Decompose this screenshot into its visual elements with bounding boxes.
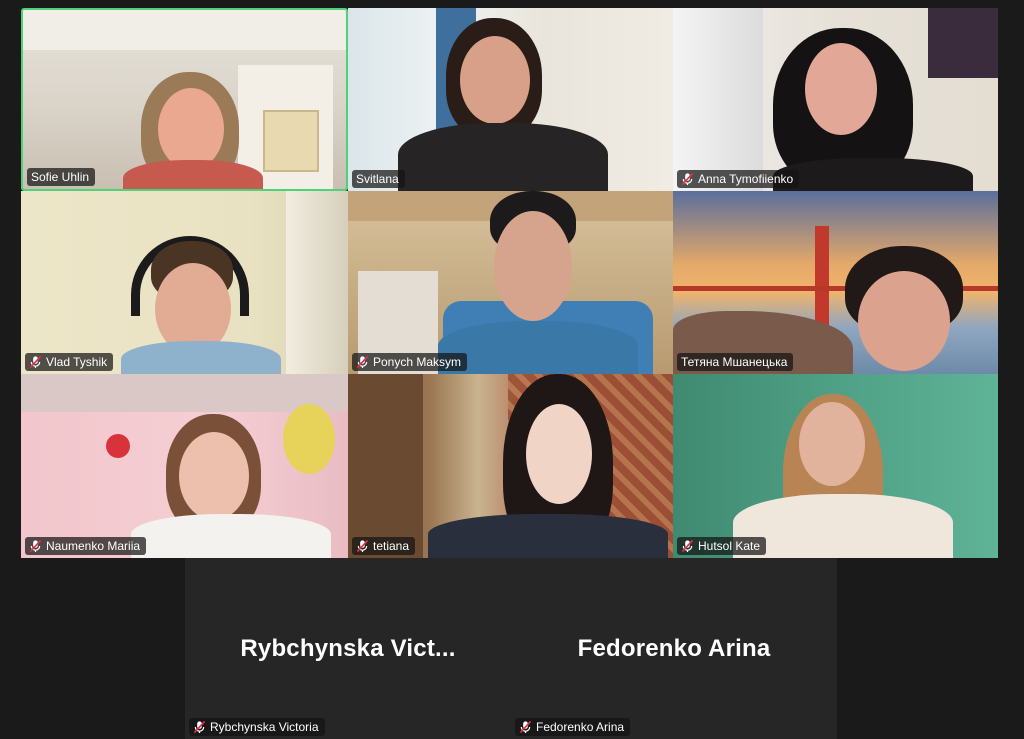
ceiling bbox=[23, 10, 346, 50]
video-feed bbox=[348, 8, 673, 191]
video-feed bbox=[673, 374, 998, 558]
video-feed bbox=[23, 10, 346, 189]
video-tile-anna-tymofiienko[interactable]: Anna Tymofiienko bbox=[673, 8, 998, 191]
person-body bbox=[438, 321, 638, 374]
participant-name: Naumenko Mariia bbox=[46, 539, 141, 553]
wall-picture bbox=[928, 8, 998, 78]
participant-name-tag: Тетяна Мшанецька bbox=[677, 353, 794, 371]
bookshelf bbox=[348, 374, 423, 558]
participant-display-name: Rybchynska Vict... bbox=[240, 634, 456, 662]
participant-name-tag: Vlad Tyshik bbox=[25, 353, 114, 371]
participant-name-tag: Sofie Uhlin bbox=[27, 168, 96, 186]
participant-name-tag: tetiana bbox=[352, 537, 416, 555]
person-body bbox=[123, 160, 263, 189]
participant-name: Rybchynska Victoria bbox=[210, 720, 319, 734]
curtain bbox=[673, 8, 763, 191]
person-body bbox=[428, 514, 668, 558]
curtain bbox=[286, 191, 348, 374]
video-tile-ponych-maksym[interactable]: Ponych Maksym bbox=[348, 191, 673, 374]
person-face bbox=[460, 36, 530, 124]
person-face bbox=[158, 88, 224, 170]
video-tile-sofie-uhlin[interactable]: Sofie Uhlin bbox=[21, 8, 348, 191]
camera-off-tile-rybchynska-victoria[interactable]: Rybchynska Vict... Rybchynska Victoria bbox=[185, 558, 511, 739]
participant-name: Svitlana bbox=[356, 172, 399, 186]
person-body bbox=[121, 341, 281, 374]
participant-name: Ponych Maksym bbox=[373, 355, 462, 369]
participant-display-name: Fedorenko Arina bbox=[577, 634, 771, 662]
wall-picture bbox=[263, 110, 319, 172]
participant-name: Vlad Tyshik bbox=[46, 355, 108, 369]
participant-name-tag: Anna Tymofiienko bbox=[677, 170, 800, 188]
mic-muted-icon bbox=[681, 172, 694, 186]
participant-name: tetiana bbox=[373, 539, 410, 553]
person-face bbox=[179, 432, 249, 520]
person-face bbox=[799, 402, 865, 486]
participant-name: Sofie Uhlin bbox=[31, 170, 90, 184]
mic-muted-icon bbox=[681, 539, 694, 553]
participant-name-tag: Ponych Maksym bbox=[352, 353, 468, 371]
video-feed bbox=[673, 8, 998, 191]
video-tile-tetiana-mshanetska[interactable]: Тетяна Мшанецька bbox=[673, 191, 998, 374]
person-body bbox=[773, 158, 973, 191]
participant-name-tag: Rybchynska Victoria bbox=[189, 718, 325, 736]
person-face bbox=[858, 271, 950, 371]
participant-name: Hutsol Kate bbox=[698, 539, 761, 553]
wall-clock bbox=[283, 404, 335, 474]
participant-name-tag: Fedorenko Arina bbox=[515, 718, 631, 736]
video-tile-naumenko-mariia[interactable]: Naumenko Mariia bbox=[21, 374, 348, 558]
video-feed bbox=[673, 191, 998, 374]
video-feed bbox=[348, 374, 673, 558]
video-tile-vlad-tyshik[interactable]: Vlad Tyshik bbox=[21, 191, 348, 374]
person-body bbox=[398, 123, 608, 191]
balloon bbox=[106, 434, 130, 458]
mic-muted-icon bbox=[29, 539, 42, 553]
participant-name: Anna Tymofiienko bbox=[698, 172, 794, 186]
mic-muted-icon bbox=[193, 720, 206, 734]
video-feed bbox=[21, 191, 348, 374]
video-feed bbox=[21, 374, 348, 558]
mic-muted-icon bbox=[356, 355, 369, 369]
camera-off-tile-fedorenko-arina[interactable]: Fedorenko Arina Fedorenko Arina bbox=[511, 558, 837, 739]
video-tile-svitlana[interactable]: Svitlana bbox=[348, 8, 673, 191]
participant-name-tag: Naumenko Mariia bbox=[25, 537, 147, 555]
video-tile-hutsol-kate[interactable]: Hutsol Kate bbox=[673, 374, 998, 558]
video-tile-tetiana[interactable]: tetiana bbox=[348, 374, 673, 558]
participant-name: Fedorenko Arina bbox=[536, 720, 625, 734]
mic-muted-icon bbox=[519, 720, 532, 734]
mic-muted-icon bbox=[356, 539, 369, 553]
participant-name-tag: Hutsol Kate bbox=[677, 537, 767, 555]
mic-muted-icon bbox=[29, 355, 42, 369]
person-body bbox=[131, 514, 331, 558]
video-feed bbox=[348, 191, 673, 374]
participant-name: Тетяна Мшанецька bbox=[681, 355, 788, 369]
participant-name-tag: Svitlana bbox=[352, 170, 405, 188]
person-face bbox=[805, 43, 877, 135]
person-face bbox=[526, 404, 592, 504]
person-face bbox=[494, 211, 572, 321]
